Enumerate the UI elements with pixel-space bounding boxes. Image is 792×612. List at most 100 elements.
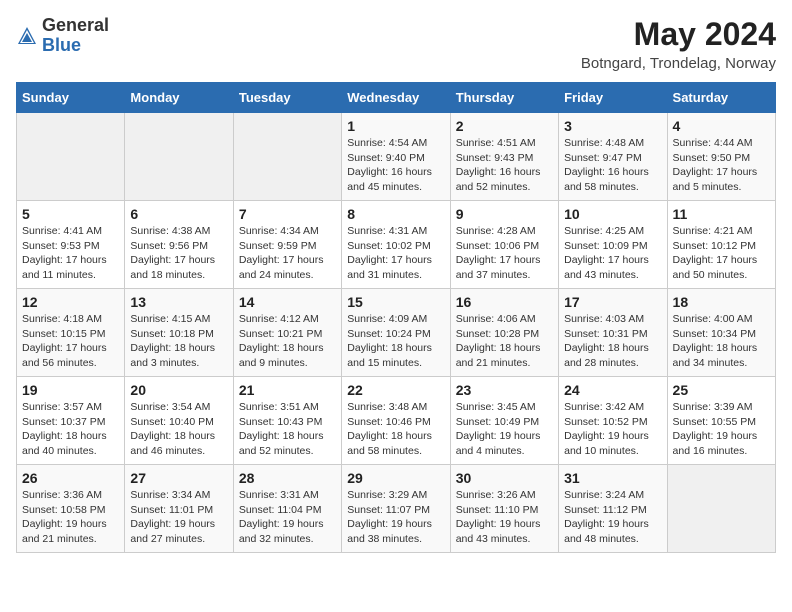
day-info: Sunrise: 3:42 AM Sunset: 10:52 PM Daylig… [564, 400, 661, 459]
day-number: 5 [22, 206, 119, 222]
logo-text: General Blue [42, 16, 109, 56]
calendar-cell: 16Sunrise: 4:06 AM Sunset: 10:28 PM Dayl… [450, 289, 558, 377]
calendar-cell: 11 Sunrise: 4:21 AM Sunset: 10:12 PM Dayl… [667, 201, 775, 289]
day-info: Sunrise: 4:34 AM Sunset: 9:59 PM Dayligh… [239, 224, 336, 283]
weekday-header: Friday [559, 83, 667, 113]
calendar-cell: 3 Sunrise: 4:48 AM Sunset: 9:47 PM Daylig… [559, 113, 667, 201]
day-info: Sunrise: 4:38 AM Sunset: 9:56 PM Dayligh… [130, 224, 227, 283]
calendar-cell: 30 Sunrise: 3:26 AM Sunset: 11:10 PM Dayl… [450, 465, 558, 553]
calendar-cell: 12 Sunrise: 4:18 AM Sunset: 10:15 PM Dayl… [17, 289, 125, 377]
day-number: 28 [239, 470, 336, 486]
calendar-cell: 26 Sunrise: 3:36 AM Sunset: 10:58 PM Dayl… [17, 465, 125, 553]
day-info: Sunrise: 4:03 AM Sunset: 10:31 PM Daylig… [564, 312, 661, 371]
day-info: Sunrise: 4:28 AM Sunset: 10:06 PM Daylig… [456, 224, 553, 283]
calendar-cell: 28Sunrise: 3:31 AM Sunset: 11:04 PM Dayl… [233, 465, 341, 553]
calendar-cell: 31 Sunrise: 3:24 AM Sunset: 11:12 PM Dayl… [559, 465, 667, 553]
calendar-cell: 18 Sunrise: 4:00 AM Sunset: 10:34 PM Dayl… [667, 289, 775, 377]
calendar-cell: 9 Sunrise: 4:28 AM Sunset: 10:06 PM Dayli… [450, 201, 558, 289]
day-info: Sunrise: 3:29 AM Sunset: 11:07 PM Daylig… [347, 488, 444, 547]
calendar-cell: 15 Sunrise: 4:09 AM Sunset: 10:24 PM Dayl… [342, 289, 450, 377]
day-info: Sunrise: 3:51 AM Sunset: 10:43 PM Daylig… [239, 400, 336, 459]
day-info: Sunrise: 3:26 AM Sunset: 11:10 PM Daylig… [456, 488, 553, 547]
day-number: 21 [239, 382, 336, 398]
day-number: 30 [456, 470, 553, 486]
day-info: Sunrise: 4:18 AM Sunset: 10:15 PM Daylig… [22, 312, 119, 371]
day-info: Sunrise: 3:24 AM Sunset: 11:12 PM Daylig… [564, 488, 661, 547]
day-number: 31 [564, 470, 661, 486]
day-info: Sunrise: 3:45 AM Sunset: 10:49 PM Daylig… [456, 400, 553, 459]
weekday-header: Sunday [17, 83, 125, 113]
calendar-week-row: 1 Sunrise: 4:54 AM Sunset: 9:40 PM Daylig… [17, 113, 776, 201]
day-number: 15 [347, 294, 444, 310]
day-number: 25 [673, 382, 770, 398]
calendar-week-row: 19Sunrise: 3:57 AM Sunset: 10:37 PM Dayl… [17, 377, 776, 465]
day-number: 3 [564, 118, 661, 134]
calendar-cell: 6 Sunrise: 4:38 AM Sunset: 9:56 PM Daylig… [125, 201, 233, 289]
day-info: Sunrise: 4:25 AM Sunset: 10:09 PM Daylig… [564, 224, 661, 283]
logo: General Blue [16, 16, 109, 56]
calendar-cell [17, 113, 125, 201]
calendar-cell: 10Sunrise: 4:25 AM Sunset: 10:09 PM Dayl… [559, 201, 667, 289]
day-info: Sunrise: 4:15 AM Sunset: 10:18 PM Daylig… [130, 312, 227, 371]
day-info: Sunrise: 3:36 AM Sunset: 10:58 PM Daylig… [22, 488, 119, 547]
day-number: 11 [673, 206, 770, 222]
weekday-header: Wednesday [342, 83, 450, 113]
calendar-table: SundayMondayTuesdayWednesdayThursdayFrid… [16, 82, 776, 553]
calendar-cell: 8Sunrise: 4:31 AM Sunset: 10:02 PM Dayli… [342, 201, 450, 289]
calendar-cell [233, 113, 341, 201]
day-number: 17 [564, 294, 661, 310]
calendar-cell: 22Sunrise: 3:48 AM Sunset: 10:46 PM Dayl… [342, 377, 450, 465]
day-info: Sunrise: 4:09 AM Sunset: 10:24 PM Daylig… [347, 312, 444, 371]
weekday-header: Saturday [667, 83, 775, 113]
calendar-cell: 2Sunrise: 4:51 AM Sunset: 9:43 PM Daylig… [450, 113, 558, 201]
day-number: 27 [130, 470, 227, 486]
calendar-cell: 5Sunrise: 4:41 AM Sunset: 9:53 PM Daylig… [17, 201, 125, 289]
day-number: 7 [239, 206, 336, 222]
weekday-header: Monday [125, 83, 233, 113]
day-info: Sunrise: 4:12 AM Sunset: 10:21 PM Daylig… [239, 312, 336, 371]
calendar-cell: 29 Sunrise: 3:29 AM Sunset: 11:07 PM Dayl… [342, 465, 450, 553]
day-number: 1 [347, 118, 444, 134]
day-info: Sunrise: 4:44 AM Sunset: 9:50 PM Dayligh… [673, 136, 770, 195]
calendar-cell: 1 Sunrise: 4:54 AM Sunset: 9:40 PM Daylig… [342, 113, 450, 201]
calendar-cell [667, 465, 775, 553]
day-number: 22 [347, 382, 444, 398]
day-info: Sunrise: 4:00 AM Sunset: 10:34 PM Daylig… [673, 312, 770, 371]
day-info: Sunrise: 4:48 AM Sunset: 9:47 PM Dayligh… [564, 136, 661, 195]
day-number: 4 [673, 118, 770, 134]
calendar-title: May 2024 [581, 16, 776, 53]
day-number: 6 [130, 206, 227, 222]
calendar-week-row: 5Sunrise: 4:41 AM Sunset: 9:53 PM Daylig… [17, 201, 776, 289]
weekday-header: Thursday [450, 83, 558, 113]
day-number: 29 [347, 470, 444, 486]
day-info: Sunrise: 3:39 AM Sunset: 10:55 PM Daylig… [673, 400, 770, 459]
day-number: 23 [456, 382, 553, 398]
page-header: General Blue May 2024 Botngard, Trondela… [16, 16, 776, 72]
weekday-row: SundayMondayTuesdayWednesdayThursdayFrid… [17, 83, 776, 113]
day-number: 14 [239, 294, 336, 310]
day-info: Sunrise: 3:34 AM Sunset: 11:01 PM Daylig… [130, 488, 227, 547]
title-block: May 2024 Botngard, Trondelag, Norway [581, 16, 776, 72]
calendar-cell: 24 Sunrise: 3:42 AM Sunset: 10:52 PM Dayl… [559, 377, 667, 465]
day-number: 2 [456, 118, 553, 134]
day-info: Sunrise: 4:54 AM Sunset: 9:40 PM Dayligh… [347, 136, 444, 195]
day-number: 12 [22, 294, 119, 310]
day-info: Sunrise: 4:06 AM Sunset: 10:28 PM Daylig… [456, 312, 553, 371]
calendar-cell: 25 Sunrise: 3:39 AM Sunset: 10:55 PM Dayl… [667, 377, 775, 465]
calendar-week-row: 12 Sunrise: 4:18 AM Sunset: 10:15 PM Dayl… [17, 289, 776, 377]
calendar-cell: 23 Sunrise: 3:45 AM Sunset: 10:49 PM Dayl… [450, 377, 558, 465]
calendar-cell: 14 Sunrise: 4:12 AM Sunset: 10:21 PM Dayl… [233, 289, 341, 377]
calendar-cell: 7 Sunrise: 4:34 AM Sunset: 9:59 PM Daylig… [233, 201, 341, 289]
calendar-cell: 4 Sunrise: 4:44 AM Sunset: 9:50 PM Daylig… [667, 113, 775, 201]
day-info: Sunrise: 4:21 AM Sunset: 10:12 PM Daylig… [673, 224, 770, 283]
day-number: 20 [130, 382, 227, 398]
day-info: Sunrise: 3:54 AM Sunset: 10:40 PM Daylig… [130, 400, 227, 459]
day-number: 24 [564, 382, 661, 398]
day-number: 26 [22, 470, 119, 486]
calendar-body: 1 Sunrise: 4:54 AM Sunset: 9:40 PM Daylig… [17, 113, 776, 553]
day-number: 9 [456, 206, 553, 222]
day-number: 18 [673, 294, 770, 310]
day-number: 8 [347, 206, 444, 222]
calendar-cell: 19Sunrise: 3:57 AM Sunset: 10:37 PM Dayl… [17, 377, 125, 465]
day-number: 19 [22, 382, 119, 398]
